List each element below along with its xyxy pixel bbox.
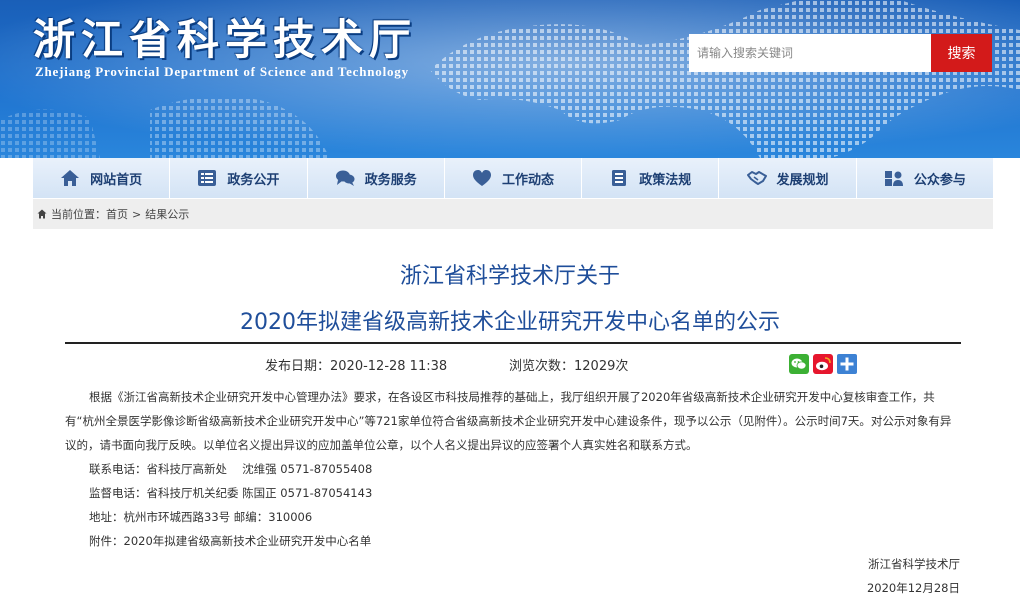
article-title-line1: 浙江省科学技术厅关于 [399,264,620,289]
contact-line: 联系电话：省科技厅高新处 沈维强 0571-87055408 [89,462,373,476]
nav-item-label: 公众参与 [913,172,966,188]
handshake-icon [746,171,767,185]
search-input[interactable] [689,34,931,72]
header-banner: 浙江省科学技术厅 Zhejiang Provincial Department … [0,0,1020,158]
search-button[interactable]: 搜索 [931,34,992,72]
address-line: 地址：杭州市环城西路33号 邮编：310006 [89,510,313,524]
list-icon [198,170,217,186]
main-nav: 网站首页 政务公开 政务服务 工作动态 政策法规 发展规划 公众参与 [33,158,993,198]
nav-item-news[interactable]: 工作动态 [445,158,583,198]
home-icon [61,170,80,186]
breadcrumb-prefix: 当前位置： [51,208,106,221]
wechat-icon[interactable] [789,354,809,374]
heart-icon [472,170,491,186]
attachment-link[interactable]: 附件：2020年拟建省级高新技术企业研究开发中心名单 [65,529,961,553]
nav-item-services[interactable]: 政务服务 [308,158,445,198]
plus-share-icon[interactable] [837,354,857,374]
nav-item-home[interactable]: 网站首页 [33,158,171,198]
site-subtitle: Zhejiang Provincial Department of Scienc… [35,64,409,79]
nav-item-label: 政务服务 [364,172,417,188]
breadcrumb-separator: > [132,207,142,221]
share-icons [789,354,857,374]
publish-date: 发布日期：2020-12-28 11:38 [265,359,448,374]
breadcrumb-home-link[interactable]: 首页 [106,206,128,222]
article-title-line2: 2020年拟建省级高新技术企业研究开发中心名单的公示 [240,310,780,335]
supervision-line: 监督电话：省科技厅机关纪委 陈国正 0571-87054143 [89,486,373,500]
nav-item-participation[interactable]: 公众参与 [857,158,993,198]
nav-item-government-affairs[interactable]: 政务公开 [170,158,308,198]
view-count: 浏览次数：12029次 [509,359,629,374]
breadcrumb-current-link[interactable]: 结果公示 [145,206,189,222]
nav-item-label: 政策法规 [639,172,692,188]
people-icon [884,171,903,186]
nav-item-planning[interactable]: 发展规划 [719,158,857,198]
nav-item-label: 工作动态 [501,172,554,188]
nav-item-label: 网站首页 [90,172,143,188]
weibo-icon[interactable] [813,354,833,374]
chat-bubbles-icon [335,170,355,186]
signature-org: 浙江省科学技术厅 [868,557,960,571]
site-title: 浙江省科学技术厅 [33,15,418,64]
article-paragraph: 根据《浙江省高新技术企业研究开发中心管理办法》要求，在各设区市科技局推荐的基础上… [65,390,952,452]
nav-item-policies[interactable]: 政策法规 [582,158,720,198]
breadcrumb: 当前位置： 首页 > 结果公示 [33,199,993,229]
signature-date: 2020年12月28日 [866,581,960,595]
nav-item-label: 发展规划 [776,172,829,188]
nav-item-label: 政务公开 [227,172,280,188]
document-icon [612,170,627,186]
title-divider [65,342,961,344]
article-body: 根据《浙江省高新技术企业研究开发中心管理办法》要求，在各设区市科技局推荐的基础上… [65,385,961,553]
home-small-icon [37,209,47,219]
